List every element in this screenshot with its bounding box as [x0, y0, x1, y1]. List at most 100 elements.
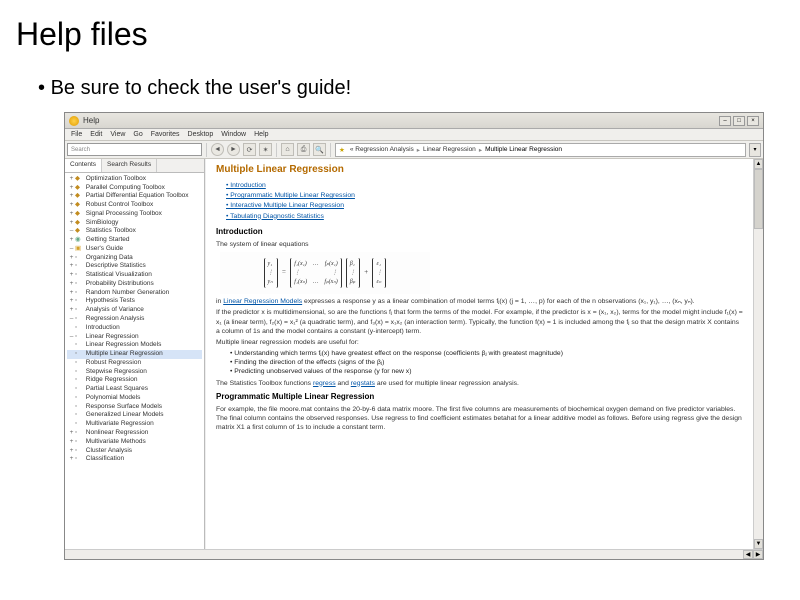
tree-node[interactable]: ▫ Ridge Regression — [67, 376, 202, 385]
breadcrumb-item[interactable]: Linear Regression — [423, 146, 476, 153]
breadcrumb-item[interactable]: « Regression Analysis — [350, 146, 414, 153]
vertical-scrollbar[interactable]: ▲ ▼ — [753, 159, 763, 549]
menu-desktop[interactable]: Desktop — [188, 131, 214, 138]
menu-window[interactable]: Window — [221, 131, 246, 138]
useful-list: Understanding which terms fⱼ(x) have gre… — [230, 349, 743, 377]
tree-node[interactable]: ▫ Linear Regression Models — [67, 341, 202, 350]
body-paragraph: in Linear Regression Models expresses a … — [216, 297, 743, 306]
reload-button[interactable]: ⟳ — [243, 143, 256, 156]
scroll-up-button[interactable]: ▲ — [754, 159, 763, 169]
tree-node[interactable]: ▫ Generalized Linear Models — [67, 411, 202, 420]
find-button[interactable]: 🔍 — [313, 143, 326, 156]
maximize-button[interactable]: □ — [733, 116, 745, 126]
tree-node[interactable]: +◆ Optimization Toolbox — [67, 175, 202, 184]
tree-node[interactable]: –▫ Linear Regression — [67, 333, 202, 342]
menu-edit[interactable]: Edit — [90, 131, 102, 138]
body-paragraph: The Statistics Toolbox functions regress… — [216, 379, 743, 388]
tab-contents[interactable]: Contents — [65, 159, 102, 172]
tree-node[interactable]: ▫ Robust Regression — [67, 359, 202, 368]
breadcrumb[interactable]: ★ « Regression Analysis ▸ Linear Regress… — [335, 143, 746, 157]
section-heading-intro: Introduction — [216, 227, 743, 238]
toolbar: Search ◄ ► ⟳ ✶ ⌂ ⎙ 🔍 ★ « Regression Anal… — [65, 141, 763, 159]
tree-node[interactable]: +◆ Robust Control Toolbox — [67, 201, 202, 210]
back-button[interactable]: ◄ — [211, 143, 224, 156]
scroll-right-button[interactable]: ▶ — [753, 550, 763, 559]
tree-node[interactable]: +◆ SimBiology — [67, 219, 202, 228]
list-item: Understanding which terms fⱼ(x) have gre… — [230, 349, 743, 358]
tree-node[interactable]: +▫ Analysis of Variance — [67, 306, 202, 315]
tree-node[interactable]: –▫ Regression Analysis — [67, 315, 202, 324]
scroll-thumb[interactable] — [754, 169, 763, 229]
body-paragraph: For example, the file moore.mat contains… — [216, 405, 743, 433]
print-button[interactable]: ⎙ — [297, 143, 310, 156]
favorite-button[interactable]: ✶ — [259, 143, 272, 156]
forward-button[interactable]: ► — [227, 143, 240, 156]
tree-node[interactable]: +▫ Multivariate Methods — [67, 438, 202, 447]
tree-node[interactable]: ▫ Polynomial Models — [67, 394, 202, 403]
toc-link[interactable]: • Introduction — [226, 181, 743, 191]
app-icon — [69, 116, 79, 126]
horizontal-scrollbar[interactable]: ◀ ▶ — [65, 549, 763, 559]
tree-node[interactable]: +▫ Nonlinear Regression — [67, 429, 202, 438]
menu-go[interactable]: Go — [133, 131, 142, 138]
breadcrumb-item[interactable]: Multiple Linear Regression — [485, 146, 562, 153]
tree-node[interactable]: +▫ Probability Distributions — [67, 280, 202, 289]
titlebar: Help – □ × — [65, 113, 763, 129]
menubar[interactable]: File Edit View Go Favorites Desktop Window Help — [65, 129, 763, 141]
help-window: Help – □ × File Edit View Go Favorites Deskto… — [64, 112, 764, 560]
list-item: Predicting unobserved values of the resp… — [230, 367, 743, 376]
equation-matrix: y₁⋮yₙ = f₁(x₁)…fₚ(x₁)⋮ ⋮f₁(xₙ)…fₚ(xₙ) β₁… — [220, 252, 430, 294]
menu-file[interactable]: File — [71, 131, 82, 138]
menu-favorites[interactable]: Favorites — [151, 131, 180, 138]
breadcrumb-star-icon: ★ — [339, 146, 345, 154]
tree-node[interactable]: ▫ Multivariate Regression — [67, 420, 202, 429]
toc-link[interactable]: • Tabulating Diagnostic Statistics — [226, 211, 743, 221]
toc-link[interactable]: • Interactive Multiple Linear Regression — [226, 201, 743, 211]
minimize-button[interactable]: – — [719, 116, 731, 126]
tree-node[interactable]: +▫ Hypothesis Tests — [67, 297, 202, 306]
tree-node[interactable]: ▫ Stepwise Regression — [67, 368, 202, 377]
sidebar: Contents Search Results +◆ Optimization … — [65, 159, 205, 549]
body-paragraph: If the predictor x is multidimensional, … — [216, 308, 743, 336]
tree-node[interactable]: +◆ Signal Processing Toolbox — [67, 210, 202, 219]
on-this-page: • Introduction• Programmatic Multiple Li… — [226, 181, 743, 222]
scroll-left-button[interactable]: ◀ — [743, 550, 753, 559]
slide-title: Help files — [16, 16, 784, 53]
tree-node[interactable]: ▫ Multiple Linear Regression — [67, 350, 202, 359]
intro-paragraph: The system of linear equations — [216, 240, 743, 249]
tree-node[interactable]: +▫ Descriptive Statistics — [67, 262, 202, 271]
close-button[interactable]: × — [747, 116, 759, 126]
toc-link[interactable]: • Programmatic Multiple Linear Regressio… — [226, 191, 743, 201]
tree-node[interactable]: +▫ Cluster Analysis — [67, 447, 202, 456]
slide-bullet-text: Be sure to check the user's guide! — [51, 77, 352, 99]
doc-title: Multiple Linear Regression — [216, 163, 743, 177]
tree-node[interactable]: –◆ Statistics Toolbox — [67, 227, 202, 236]
contents-tree[interactable]: +◆ Optimization Toolbox+◆ Parallel Compu… — [65, 173, 204, 466]
tree-node[interactable]: +▫ Organizing Data — [67, 254, 202, 263]
tree-node[interactable]: +▫ Statistical Visualization — [67, 271, 202, 280]
tree-node[interactable]: ▫ Partial Least Squares — [67, 385, 202, 394]
scroll-down-button[interactable]: ▼ — [754, 539, 763, 549]
section-heading-programmatic: Programmatic Multiple Linear Regression — [216, 392, 743, 403]
tree-node[interactable]: +◆ Parallel Computing Toolbox — [67, 184, 202, 193]
breadcrumb-dropdown[interactable]: ▾ — [749, 143, 761, 157]
list-item: Finding the direction of the effects (si… — [230, 358, 743, 367]
menu-help[interactable]: Help — [254, 131, 268, 138]
menu-view[interactable]: View — [110, 131, 125, 138]
home-button[interactable]: ⌂ — [281, 143, 294, 156]
tree-node[interactable]: +▫ Classification — [67, 455, 202, 464]
search-input[interactable]: Search — [67, 143, 202, 156]
tree-node[interactable]: +▫ Random Number Generation — [67, 289, 202, 298]
tab-search-results[interactable]: Search Results — [102, 159, 157, 172]
link-regress[interactable]: regress — [313, 380, 336, 387]
slide-bullet: Be sure to check the user's guide! — [38, 77, 784, 100]
tree-node[interactable]: ▫ Response Surface Models — [67, 403, 202, 412]
body-paragraph: Multiple linear regression models are us… — [216, 338, 743, 347]
link-linear-regression-models[interactable]: Linear Regression Models — [223, 298, 302, 305]
tree-node[interactable]: –▣ User's Guide — [67, 245, 202, 254]
sidebar-tabs: Contents Search Results — [65, 159, 204, 173]
link-regstats[interactable]: regstats — [351, 380, 375, 387]
tree-node[interactable]: +◉ Getting Started — [67, 236, 202, 245]
tree-node[interactable]: +◆ Partial Differential Equation Toolbox — [67, 192, 202, 201]
tree-node[interactable]: ▫ Introduction — [67, 324, 202, 333]
